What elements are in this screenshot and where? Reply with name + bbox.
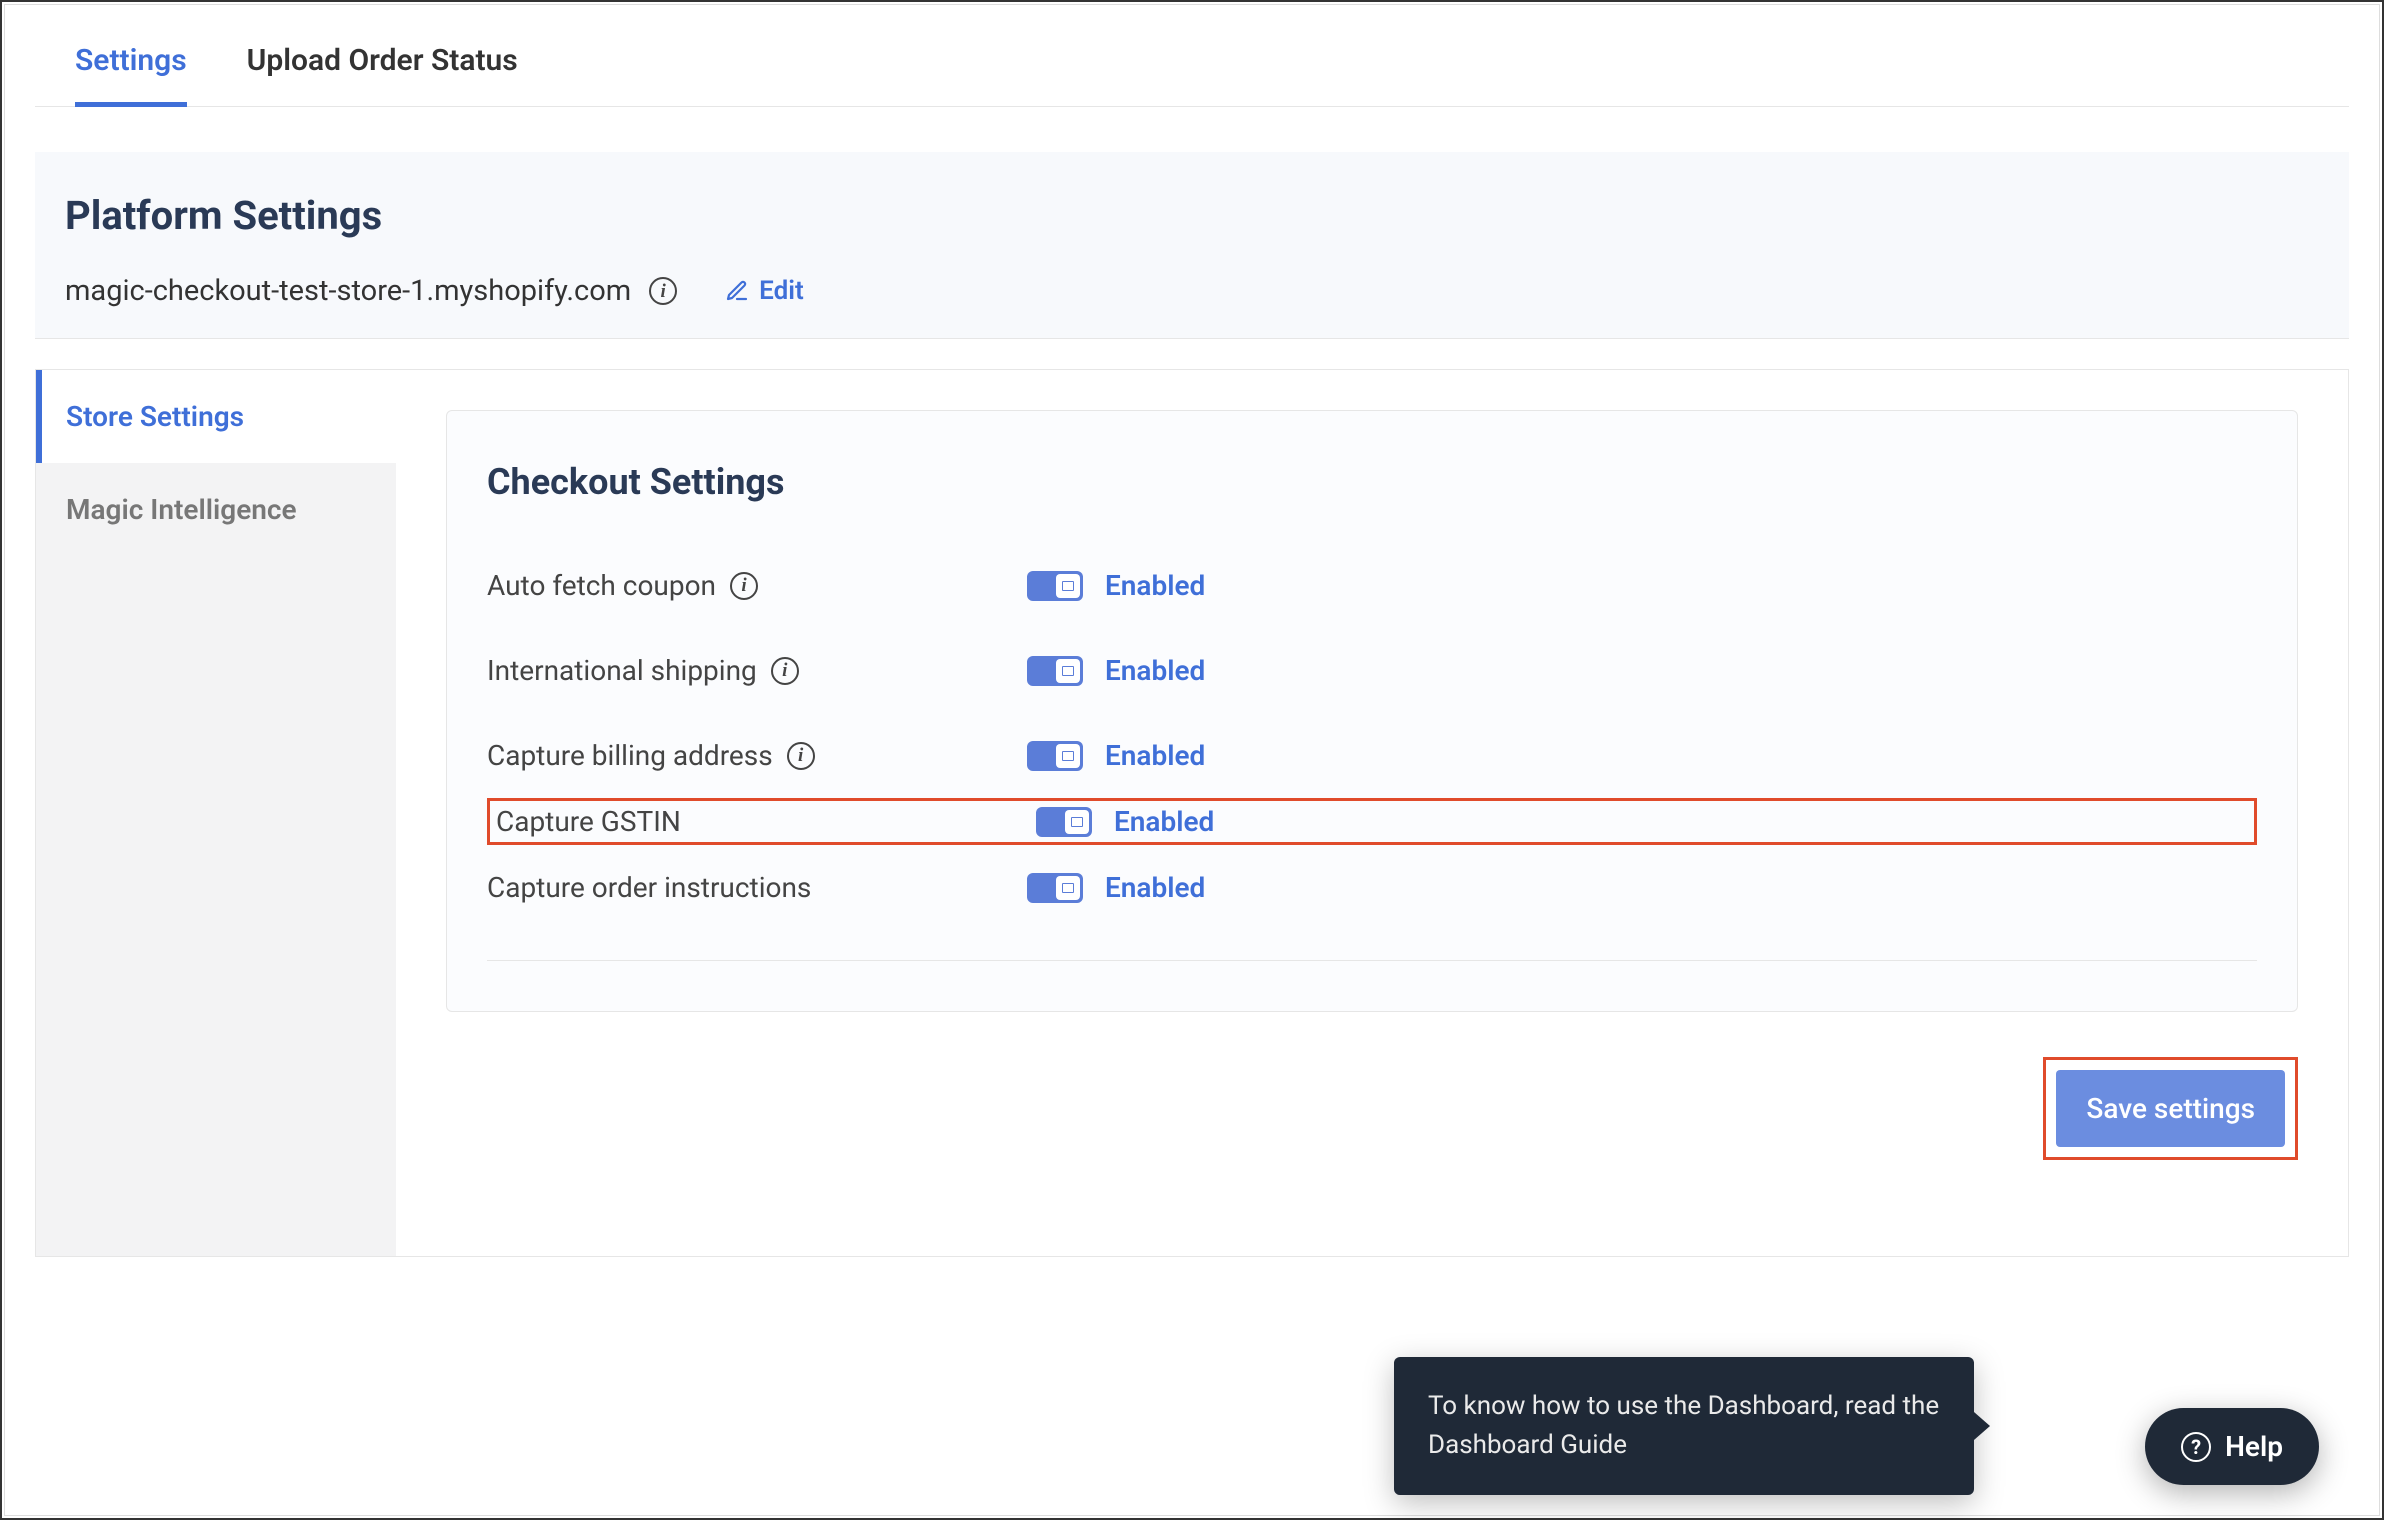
toggle-status: Enabled [1105, 654, 1205, 687]
info-icon[interactable]: i [730, 572, 758, 600]
checkout-settings-card: Checkout Settings Auto fetch coupon i En… [446, 410, 2298, 1012]
divider [487, 960, 2257, 961]
toggle-status: Enabled [1114, 805, 1214, 838]
edit-label: Edit [759, 276, 804, 306]
save-settings-button[interactable]: Save settings [2056, 1070, 2285, 1147]
question-icon: ? [2181, 1432, 2211, 1462]
side-nav: Store Settings Magic Intelligence [36, 370, 396, 1256]
toggle-capture-order-instructions[interactable] [1027, 873, 1083, 903]
content-area: Store Settings Magic Intelligence Checko… [35, 369, 2349, 1257]
toggle-wrap: Enabled [1036, 805, 1214, 838]
help-button[interactable]: ? Help [2145, 1408, 2319, 1485]
setting-row-capture-billing-address: Capture billing address i Enabled [487, 713, 2257, 798]
store-domain: magic-checkout-test-store-1.myshopify.co… [65, 274, 631, 308]
info-icon[interactable]: i [771, 657, 799, 685]
toggle-auto-fetch-coupon[interactable] [1027, 571, 1083, 601]
sidebar-filler [36, 556, 396, 1256]
setting-label: Capture GSTIN [496, 805, 1036, 838]
save-wrap: Save settings [446, 1057, 2298, 1160]
setting-label: Auto fetch coupon i [487, 569, 1027, 602]
toggle-wrap: Enabled [1027, 739, 1205, 772]
info-icon[interactable]: i [787, 742, 815, 770]
save-highlight: Save settings [2043, 1057, 2298, 1160]
toggle-status: Enabled [1105, 569, 1205, 602]
setting-label: Capture order instructions [487, 871, 1027, 904]
help-label: Help [2225, 1430, 2283, 1463]
card-title: Checkout Settings [487, 461, 2257, 503]
setting-label-text: Auto fetch coupon [487, 569, 716, 602]
toggle-international-shipping[interactable] [1027, 656, 1083, 686]
toggle-status: Enabled [1105, 871, 1205, 904]
tab-upload-order-status[interactable]: Upload Order Status [247, 43, 518, 106]
domain-row: magic-checkout-test-store-1.myshopify.co… [65, 274, 2319, 308]
tab-settings[interactable]: Settings [75, 43, 187, 106]
setting-label: International shipping i [487, 654, 1027, 687]
setting-label-text: Capture billing address [487, 739, 773, 772]
main-panel: Checkout Settings Auto fetch coupon i En… [396, 370, 2348, 1256]
toggle-wrap: Enabled [1027, 569, 1205, 602]
setting-label-text: Capture GSTIN [496, 805, 681, 838]
info-icon[interactable]: i [649, 277, 677, 305]
setting-row-auto-fetch-coupon: Auto fetch coupon i Enabled [487, 543, 2257, 628]
setting-row-capture-order-instructions: Capture order instructions Enabled [487, 845, 2257, 930]
setting-row-capture-gstin: Capture GSTIN Enabled [487, 798, 2257, 845]
toggle-wrap: Enabled [1027, 654, 1205, 687]
setting-label: Capture billing address i [487, 739, 1027, 772]
toggle-capture-gstin[interactable] [1036, 807, 1092, 837]
toggle-wrap: Enabled [1027, 871, 1205, 904]
setting-label-text: International shipping [487, 654, 757, 687]
dashboard-guide-tooltip: To know how to use the Dashboard, read t… [1394, 1357, 1974, 1495]
toggle-capture-billing-address[interactable] [1027, 741, 1083, 771]
setting-label-text: Capture order instructions [487, 871, 811, 904]
setting-row-international-shipping: International shipping i Enabled [487, 628, 2257, 713]
toggle-status: Enabled [1105, 739, 1205, 772]
sidebar-item-magic-intelligence[interactable]: Magic Intelligence [36, 463, 396, 556]
edit-icon [725, 279, 749, 303]
top-tabs: Settings Upload Order Status [35, 5, 2349, 107]
edit-link[interactable]: Edit [725, 276, 804, 306]
platform-header: Platform Settings magic-checkout-test-st… [35, 152, 2349, 339]
sidebar-item-store-settings[interactable]: Store Settings [36, 370, 396, 463]
page-title: Platform Settings [65, 192, 2319, 239]
